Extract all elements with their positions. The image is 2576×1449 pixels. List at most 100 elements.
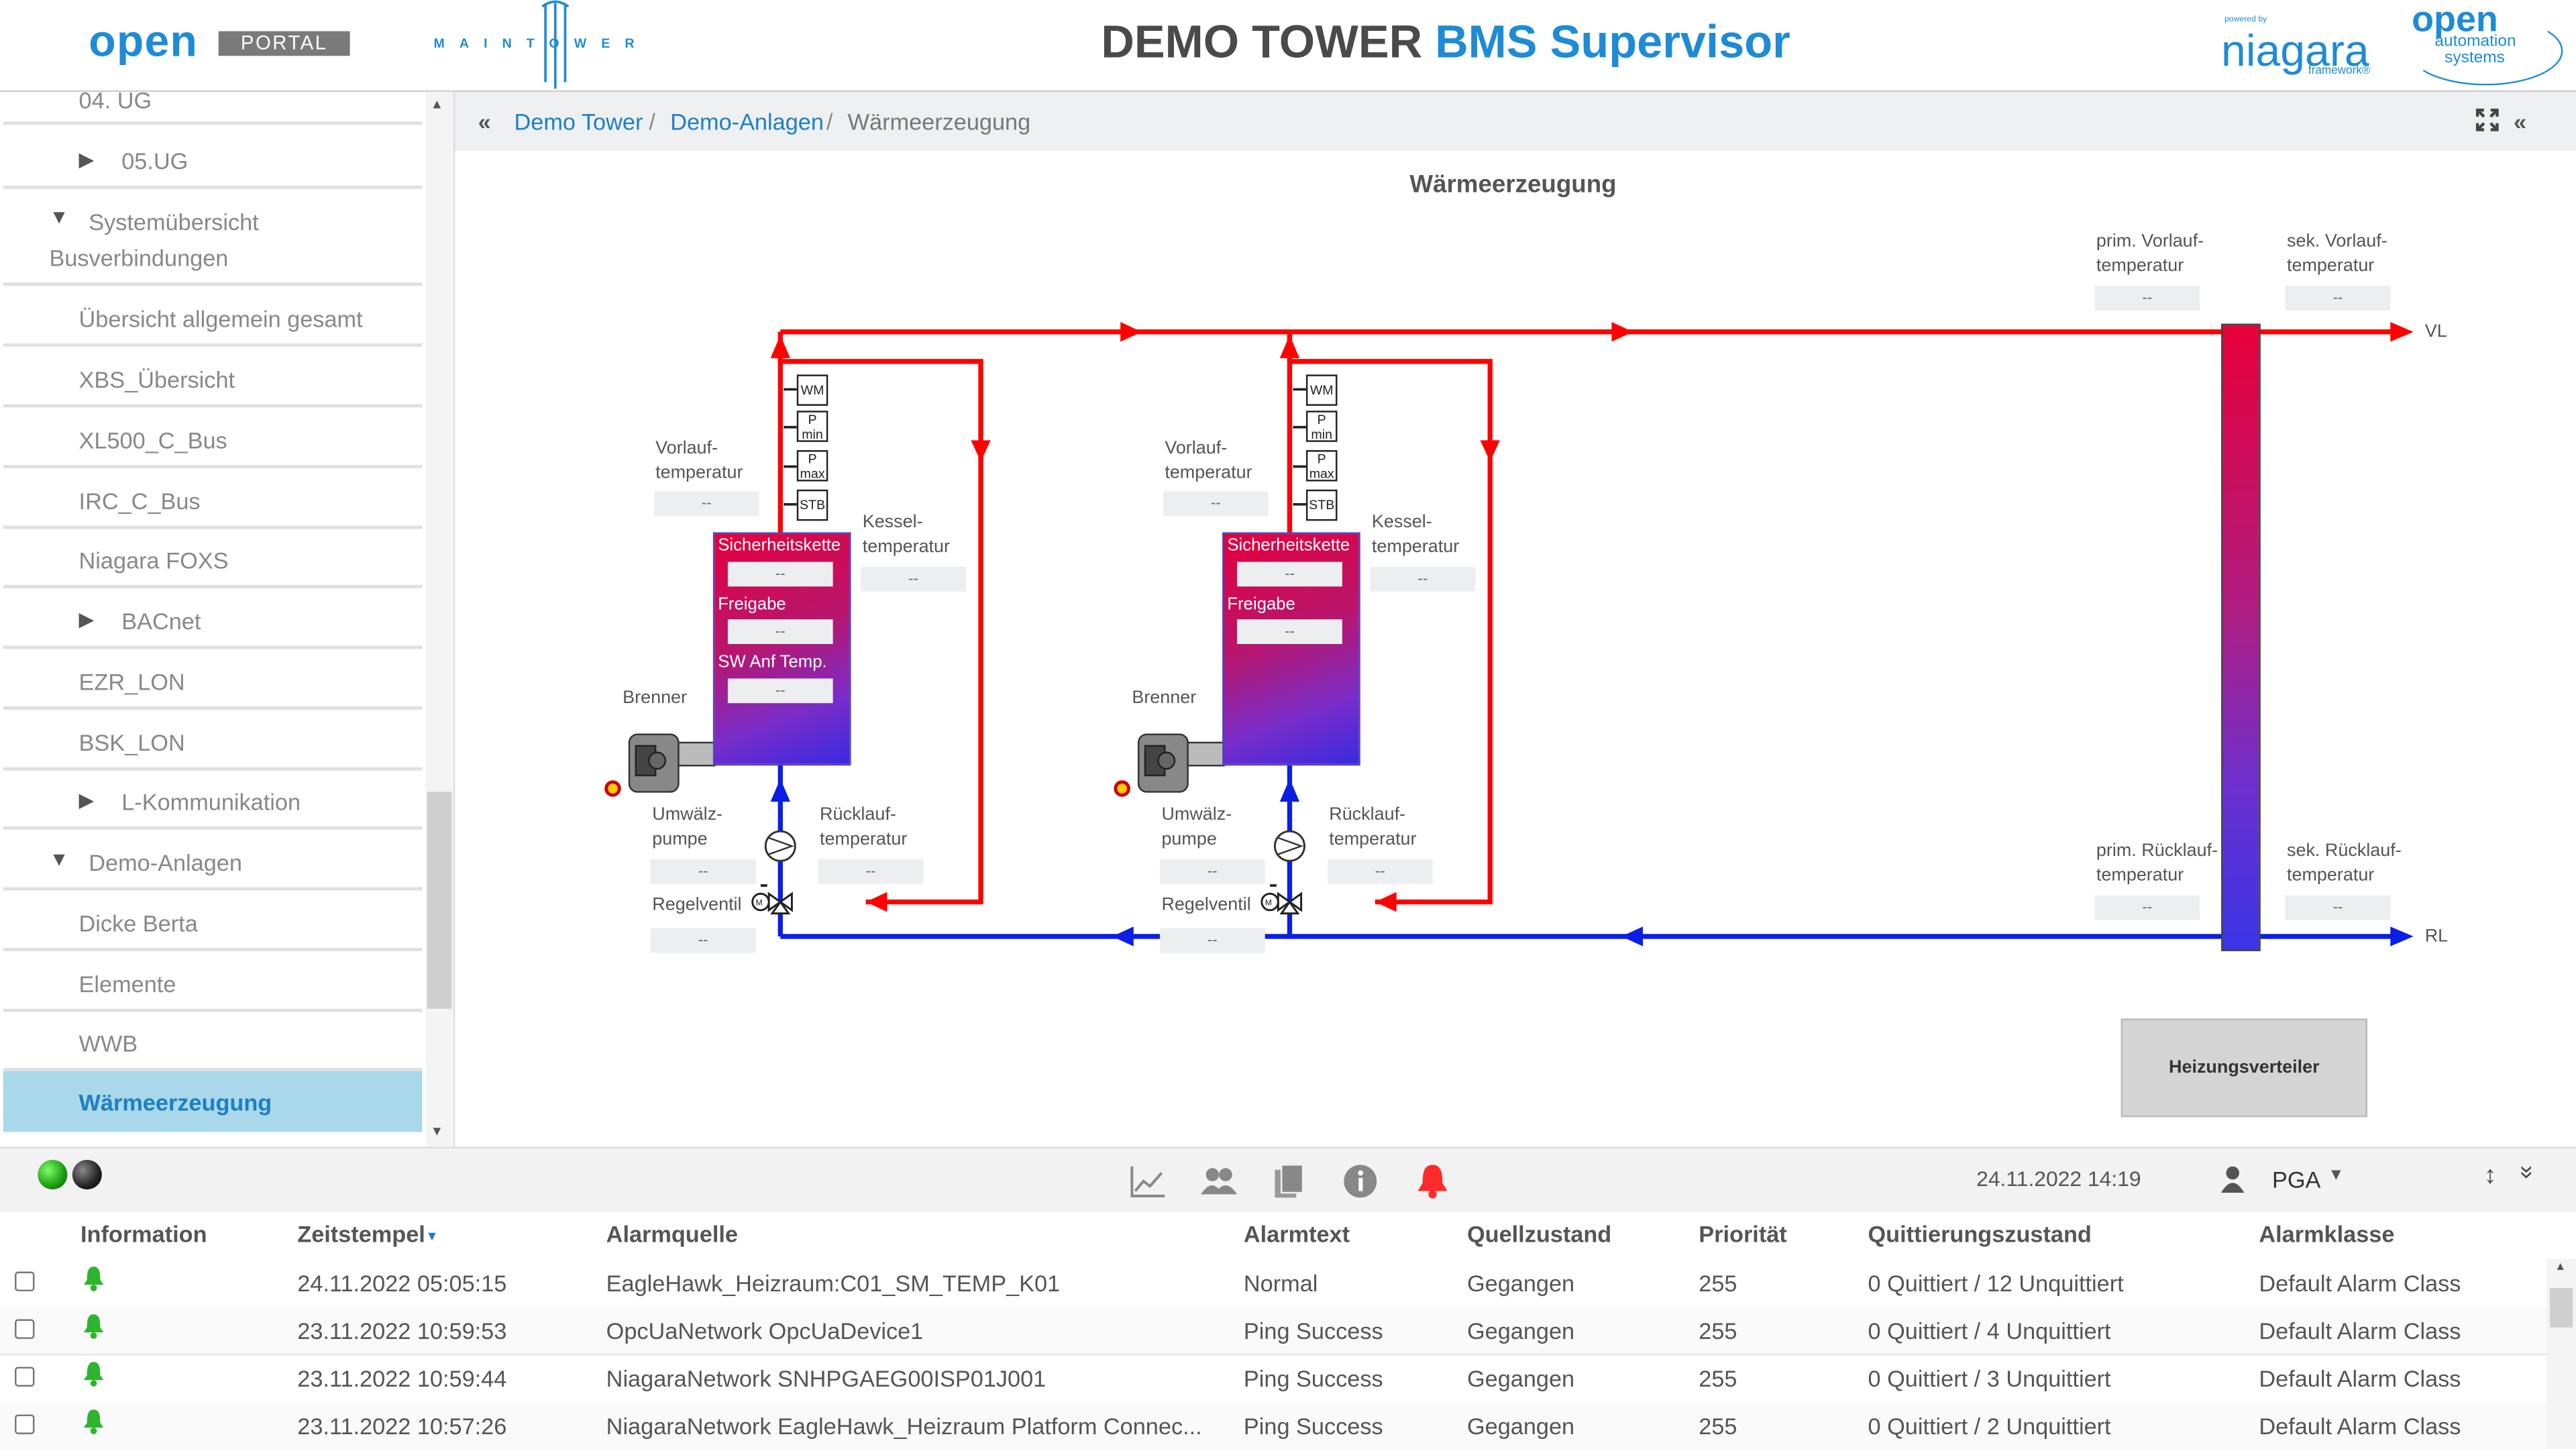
- regelventil-value[interactable]: --: [650, 928, 756, 953]
- scroll-down-icon[interactable]: ▼: [431, 1124, 443, 1138]
- prim-ruecklauf-label-2: temperatur: [2096, 865, 2184, 886]
- column-header-zeitstempel[interactable]: Zeitstempel: [297, 1221, 425, 1247]
- ruecklauf-value[interactable]: --: [818, 859, 924, 884]
- vorlauf-label: Vorlauf-: [655, 438, 718, 459]
- pmin-sensor-box: Pmin: [796, 411, 828, 442]
- nav-item-dicke-berta[interactable]: Dicke Berta: [3, 892, 423, 951]
- sicherheitskette-label: Sicherheitskette: [1227, 535, 1350, 555]
- expand-arrow-icon[interactable]: ▶: [79, 608, 95, 631]
- sidebar-scrollbar[interactable]: ▲ ▼: [425, 92, 453, 1147]
- alarm-bell-icon: [83, 1314, 104, 1339]
- scroll-up-icon[interactable]: ▲: [2555, 1262, 2566, 1273]
- sidebar-scrollbar-thumb[interactable]: [427, 792, 452, 1009]
- collapse-sidebar-icon[interactable]: «: [478, 109, 491, 135]
- column-header-quellzustand[interactable]: Quellzustand: [1467, 1221, 1611, 1247]
- row-alarm-class: Default Alarm Class: [2259, 1365, 2461, 1392]
- sek-vorlauf-value[interactable]: --: [2285, 286, 2391, 311]
- sicherheitskette-value[interactable]: --: [727, 561, 833, 587]
- alarm-bell-icon[interactable]: [1416, 1163, 1449, 1199]
- collapse-arrow-icon[interactable]: ▼: [49, 848, 68, 871]
- supply-pipes: [777, 329, 2394, 905]
- row-alarm-source: OpcUaNetwork OpcUaDevice1: [606, 1318, 924, 1344]
- vorlauf-value[interactable]: --: [653, 491, 759, 516]
- kessel-value[interactable]: --: [1370, 566, 1476, 592]
- freigabe-value[interactable]: --: [727, 619, 833, 645]
- nav-item-systemuebersicht[interactable]: ▼ Systemübersicht Busverbindungen: [3, 191, 423, 286]
- collapse-alarm-panel-icon[interactable]: »: [2513, 1165, 2541, 1179]
- documents-icon[interactable]: [1273, 1163, 1306, 1199]
- nav-item-05-ug[interactable]: ▶ 05.UG: [3, 129, 423, 189]
- nav-item-niagara-foxs[interactable]: Niagara FOXS: [3, 529, 423, 588]
- column-header-alarmquelle[interactable]: Alarmquelle: [606, 1221, 738, 1247]
- table-row[interactable]: 23.11.2022 10:59:53 OpcUaNetwork OpcUaDe…: [0, 1305, 2546, 1356]
- sw-anf-temp-value[interactable]: --: [727, 678, 833, 704]
- row-source-state: Gegangen: [1466, 1365, 1575, 1392]
- prim-vorlauf-value[interactable]: --: [2094, 286, 2200, 311]
- row-checkbox[interactable]: [15, 1414, 35, 1434]
- info-icon[interactable]: [1344, 1165, 1377, 1198]
- nav-item-xbs-uebersicht[interactable]: XBS_Übersicht: [3, 348, 423, 408]
- nav-item-waermeerzeugung[interactable]: Wärmeerzeugung: [3, 1071, 423, 1132]
- chevron-down-icon[interactable]: ▼: [2328, 1167, 2344, 1185]
- heizungsverteiler-button[interactable]: Heizungsverteiler: [2121, 1018, 2368, 1118]
- nav-item-04-ug[interactable]: 04. UG: [3, 92, 423, 125]
- scroll-up-icon[interactable]: ▲: [431, 97, 443, 111]
- kessel-value[interactable]: --: [861, 566, 967, 592]
- row-priority: 255: [1699, 1318, 1737, 1344]
- fullscreen-icon[interactable]: [2475, 108, 2499, 131]
- prim-ruecklauf-value[interactable]: --: [2094, 895, 2200, 920]
- table-row[interactable]: 23.11.2022 10:59:44 NiagaraNetwork SNHPG…: [0, 1354, 2546, 1403]
- collapse-arrow-icon[interactable]: ▼: [49, 205, 68, 228]
- niagara-powered-label: powered by: [2224, 15, 2267, 25]
- umwaelzpumpe-value[interactable]: --: [1159, 859, 1265, 884]
- column-header-prioritaet[interactable]: Priorität: [1699, 1221, 1786, 1247]
- row-checkbox[interactable]: [15, 1366, 35, 1387]
- collapse-panel-icon[interactable]: «: [2514, 109, 2526, 135]
- row-checkbox[interactable]: [15, 1319, 35, 1339]
- column-header-alarmklasse[interactable]: Alarmklasse: [2259, 1221, 2394, 1247]
- row-source-state: Gegangen: [1466, 1318, 1575, 1344]
- nav-item-demo-anlagen[interactable]: ▼ Demo-Anlagen: [3, 831, 423, 891]
- table-row[interactable]: 23.11.2022 10:57:26 NiagaraNetwork Eagle…: [0, 1401, 2546, 1449]
- breadcrumb-demo-tower[interactable]: Demo Tower: [515, 109, 643, 135]
- sek-vorlauf-label: sek. Vorlauf-: [2287, 231, 2387, 252]
- row-priority: 255: [1699, 1270, 1737, 1297]
- sort-desc-icon[interactable]: ▼: [425, 1229, 438, 1244]
- nav-item-uebersicht-allgemein[interactable]: Übersicht allgemein gesamt: [3, 288, 423, 347]
- nav-item-elemente[interactable]: Elemente: [3, 953, 423, 1012]
- nav-item-bsk-lon[interactable]: BSK_LON: [3, 711, 423, 771]
- column-header-information[interactable]: Information: [80, 1221, 207, 1247]
- user-menu[interactable]: PGA: [2272, 1167, 2320, 1193]
- trend-chart-icon[interactable]: [1130, 1165, 1167, 1197]
- nav-item-irc-c-bus[interactable]: IRC_C_Bus: [3, 470, 423, 529]
- status-led-green-icon: [38, 1159, 68, 1190]
- sek-ruecklauf-value[interactable]: --: [2285, 895, 2391, 920]
- column-header-alarmtext[interactable]: Alarmtext: [1244, 1221, 1350, 1247]
- freigabe-label: Freigabe: [1227, 594, 1295, 614]
- umwaelzpumpe-value[interactable]: --: [650, 859, 756, 884]
- expand-arrow-icon[interactable]: ▶: [79, 789, 95, 812]
- ruecklauf-value[interactable]: --: [1327, 859, 1433, 884]
- regelventil-value[interactable]: --: [1159, 928, 1265, 953]
- nav-item-bacnet[interactable]: ▶ BACnet: [3, 590, 423, 649]
- table-row[interactable]: 24.11.2022 05:05:15 EagleHawk_Heizraum:C…: [0, 1258, 2546, 1308]
- expand-arrow-icon[interactable]: ▶: [79, 148, 95, 170]
- breadcrumb-demo-anlagen[interactable]: Demo-Anlagen: [670, 109, 824, 135]
- table-scrollbar-thumb[interactable]: [2549, 1288, 2573, 1328]
- sicherheitskette-value[interactable]: --: [1237, 561, 1342, 587]
- users-icon[interactable]: [1201, 1167, 1238, 1196]
- sw-anf-temp-label: SW Anf Temp.: [718, 652, 827, 672]
- vorlauf-value[interactable]: --: [1163, 491, 1269, 516]
- resize-vertical-icon[interactable]: ↕: [2484, 1161, 2496, 1189]
- row-alarm-source: NiagaraNetwork EagleHawk_Heizraum Platfo…: [606, 1413, 1202, 1440]
- nav-item-xl500-c-bus[interactable]: XL500_C_Bus: [3, 409, 423, 468]
- column-header-quittierungszustand[interactable]: Quittierungszustand: [1868, 1221, 2092, 1247]
- boiler-2: Sicherheitskette -- Freigabe --: [1222, 532, 1360, 766]
- row-checkbox[interactable]: [15, 1271, 35, 1291]
- freigabe-value[interactable]: --: [1237, 619, 1342, 645]
- table-scrollbar[interactable]: ▲: [2546, 1258, 2576, 1449]
- nav-item-ezr-lon[interactable]: EZR_LON: [3, 651, 423, 710]
- nav-item-l-kommunikation[interactable]: ▶ L-Kommunikation: [3, 771, 423, 830]
- prim-vorlauf-label-2: temperatur: [2096, 256, 2184, 276]
- nav-item-wwb[interactable]: WWB: [3, 1012, 423, 1071]
